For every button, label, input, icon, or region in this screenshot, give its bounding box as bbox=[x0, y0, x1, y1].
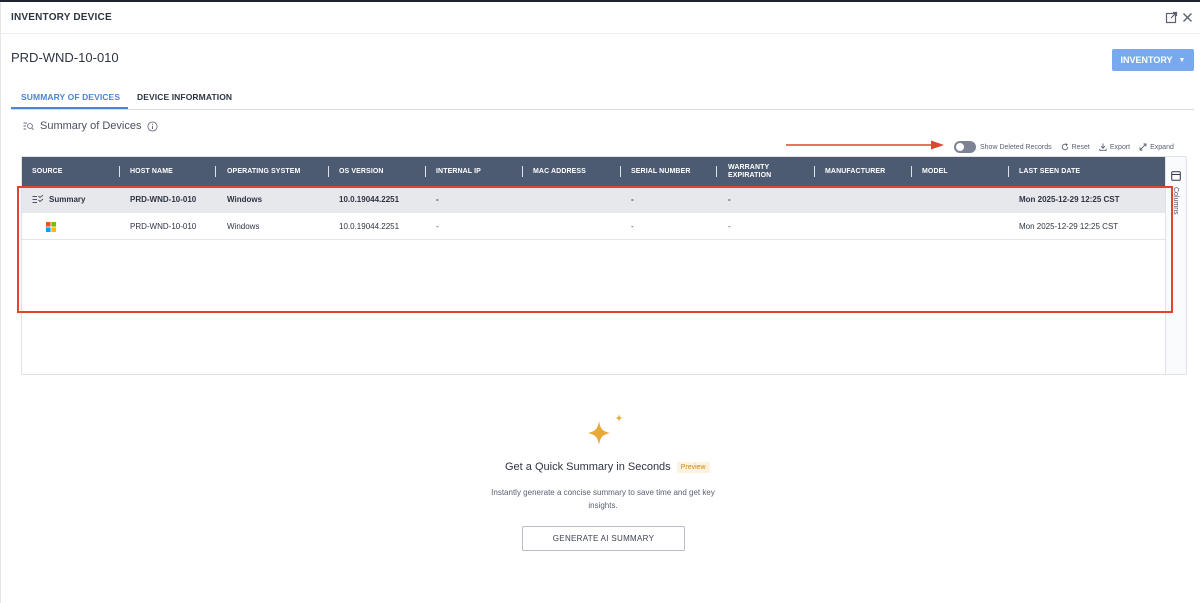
inventory-dropdown-button[interactable]: INVENTORY ▼ bbox=[1112, 49, 1194, 71]
preview-badge: Preview bbox=[676, 461, 710, 473]
column-header-mac-address[interactable]: MAC ADDRESS bbox=[533, 157, 586, 186]
tab-summary-of-devices[interactable]: SUMMARY OF DEVICES bbox=[21, 92, 120, 102]
column-separator[interactable] bbox=[425, 166, 426, 177]
expand-button[interactable]: Expand bbox=[1139, 143, 1174, 151]
expand-label: Expand bbox=[1150, 143, 1174, 151]
column-separator[interactable] bbox=[328, 166, 329, 177]
reset-icon bbox=[1061, 143, 1068, 151]
section-title: Summary of Devices bbox=[40, 120, 142, 132]
active-tab-indicator bbox=[11, 107, 128, 109]
info-icon[interactable] bbox=[147, 120, 159, 132]
grid-toolbar: Show Deleted Records Reset Export Expand bbox=[954, 139, 1174, 155]
inventory-button-label: INVENTORY bbox=[1120, 55, 1173, 65]
column-header-serial-number[interactable]: SERIAL NUMBER bbox=[631, 157, 691, 186]
column-separator[interactable] bbox=[911, 166, 912, 177]
generate-ai-summary-button[interactable]: GENERATE AI SUMMARY bbox=[522, 526, 685, 551]
window-left-edge bbox=[0, 2, 1, 603]
column-header-last-seen-date[interactable]: LAST SEEN DATE bbox=[1019, 157, 1080, 186]
tab-device-information[interactable]: DEVICE INFORMATION bbox=[137, 92, 232, 102]
column-header-operating-system[interactable]: OPERATING SYSTEM bbox=[227, 157, 300, 186]
column-header-internal-ip[interactable]: INTERNAL IP bbox=[436, 157, 481, 186]
columns-icon bbox=[1171, 171, 1181, 181]
column-separator[interactable] bbox=[716, 166, 717, 177]
reset-label: Reset bbox=[1071, 143, 1090, 151]
expand-icon bbox=[1139, 143, 1147, 151]
column-header-manufacturer[interactable]: MANUFACTURER bbox=[825, 157, 885, 186]
ai-summary-heading: Get a Quick Summary in Seconds bbox=[505, 461, 671, 473]
download-icon bbox=[1099, 143, 1107, 151]
reset-button[interactable]: Reset bbox=[1061, 143, 1090, 151]
columns-label: Columns bbox=[1172, 187, 1179, 215]
tab-bar: SUMMARY OF DEVICES DEVICE INFORMATION bbox=[11, 86, 1194, 110]
column-header-host-name[interactable]: HOST NAME bbox=[130, 157, 173, 186]
ai-summary-description: Instantly generate a concise summary to … bbox=[491, 488, 715, 510]
section-header: Summary of Devices bbox=[23, 120, 159, 132]
column-header-os-version[interactable]: OS VERSION bbox=[339, 157, 384, 186]
column-header-model[interactable]: MODEL bbox=[922, 157, 948, 186]
column-separator[interactable] bbox=[119, 166, 120, 177]
export-label: Export bbox=[1109, 143, 1131, 151]
list-search-icon bbox=[23, 122, 34, 130]
external-link-icon[interactable] bbox=[1165, 11, 1178, 24]
ai-summary-title: Get a Quick Summary in Seconds Preview bbox=[505, 461, 710, 473]
annotation-arrow bbox=[786, 140, 944, 150]
show-deleted-label: Show Deleted Records bbox=[980, 143, 1052, 151]
title-bar: INVENTORY DEVICE bbox=[0, 2, 1200, 34]
annotation-highlight-box bbox=[17, 186, 1173, 313]
column-separator[interactable] bbox=[1008, 166, 1009, 177]
column-separator[interactable] bbox=[814, 166, 815, 177]
caret-down-icon: ▼ bbox=[1178, 56, 1186, 64]
device-name: PRD-WND-10-010 bbox=[11, 50, 119, 65]
column-header-warranty-expiration[interactable]: WARRANTY EXPIRATION bbox=[728, 157, 788, 186]
column-separator[interactable] bbox=[522, 166, 523, 177]
column-separator[interactable] bbox=[620, 166, 621, 177]
export-button[interactable]: Export bbox=[1099, 143, 1130, 151]
close-icon[interactable] bbox=[1181, 11, 1194, 24]
column-header-source[interactable]: SOURCE bbox=[32, 157, 63, 186]
show-deleted-toggle[interactable] bbox=[954, 141, 976, 153]
window-title: INVENTORY DEVICE bbox=[11, 12, 112, 23]
grid-header: SOURCE HOST NAME OPERATING SYSTEM OS VER… bbox=[22, 157, 1165, 186]
column-separator[interactable] bbox=[215, 166, 216, 177]
sparkle-icon bbox=[588, 414, 623, 445]
